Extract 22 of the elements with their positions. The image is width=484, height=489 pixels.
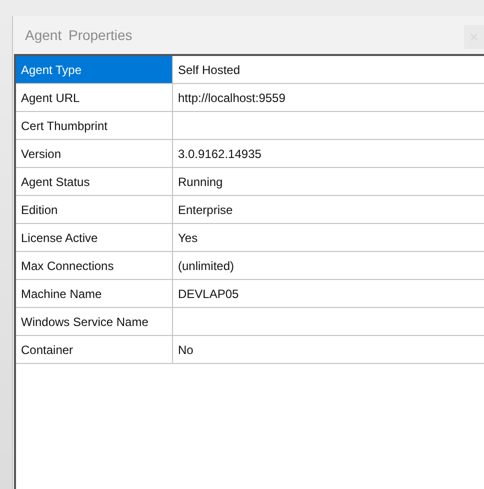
- property-name-cell[interactable]: Agent Type: [16, 56, 173, 83]
- property-name-cell[interactable]: Container: [16, 336, 173, 363]
- property-name-cell[interactable]: Version: [16, 140, 173, 167]
- property-value-cell[interactable]: No: [173, 336, 484, 363]
- property-value-cell[interactable]: 3.0.9162.14935: [173, 140, 484, 167]
- property-name-cell[interactable]: Machine Name: [16, 280, 173, 307]
- property-value-cell[interactable]: (unlimited): [173, 252, 484, 279]
- window-title: Agent Properties: [25, 27, 132, 43]
- property-name-cell[interactable]: Windows Service Name: [16, 308, 173, 335]
- property-name-cell[interactable]: Agent URL: [16, 84, 173, 111]
- property-value-cell[interactable]: DEVLAP05: [173, 280, 484, 307]
- property-name-cell[interactable]: License Active: [16, 224, 173, 251]
- property-value-cell[interactable]: http://localhost:9559: [173, 84, 484, 111]
- property-value-cell[interactable]: Running: [173, 168, 484, 195]
- property-name-cell[interactable]: Cert Thumbprint: [16, 112, 173, 139]
- property-value-cell[interactable]: Self Hosted: [173, 56, 484, 83]
- property-name-cell[interactable]: Max Connections: [16, 252, 173, 279]
- property-value-cell[interactable]: Enterprise: [173, 196, 484, 223]
- property-name-cell[interactable]: Edition: [16, 196, 173, 223]
- property-name-cell[interactable]: Agent Status: [16, 168, 173, 195]
- property-value-cell[interactable]: Yes: [173, 224, 484, 251]
- close-button[interactable]: [464, 25, 484, 49]
